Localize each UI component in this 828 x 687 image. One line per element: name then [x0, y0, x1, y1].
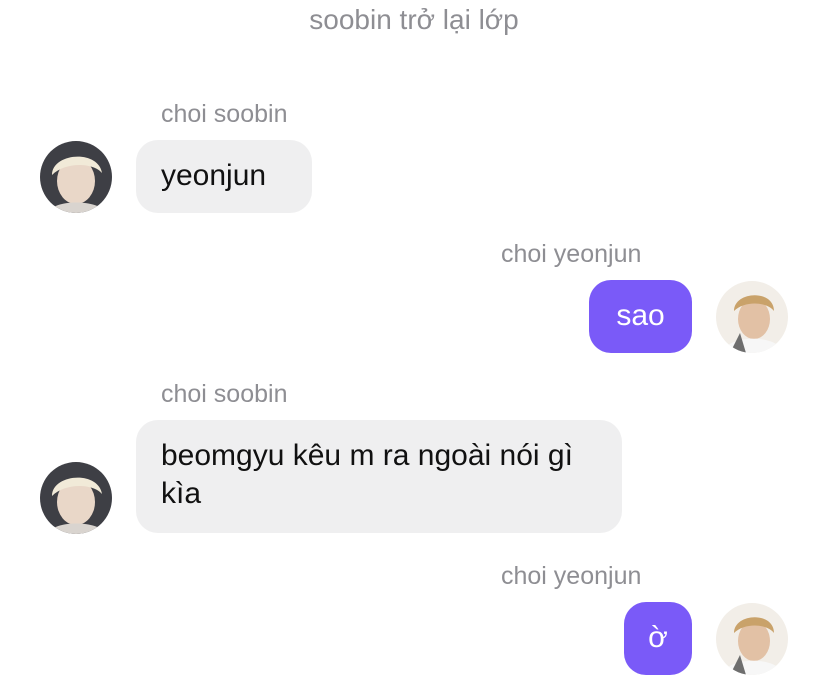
soobin-avatar[interactable] [40, 141, 112, 213]
message-bubble-outgoing[interactable]: ờ [624, 602, 692, 675]
message-bubble-outgoing[interactable]: sao [589, 280, 692, 353]
soobin-avatar[interactable] [40, 462, 112, 534]
yeonjun-avatar[interactable] [716, 281, 788, 353]
message-bubble-incoming[interactable]: beomgyu kêu m ra ngoài nói gì kìa [136, 420, 622, 533]
sender-name: choi yeonjun [501, 240, 642, 268]
yeonjun-avatar[interactable] [716, 603, 788, 675]
sender-name: choi yeonjun [501, 562, 642, 590]
message-bubble-incoming[interactable]: yeonjun [136, 140, 312, 213]
sender-name: choi soobin [161, 100, 288, 128]
sender-name: choi soobin [161, 380, 288, 408]
system-message: soobin trở lại lớp [309, 4, 519, 35]
